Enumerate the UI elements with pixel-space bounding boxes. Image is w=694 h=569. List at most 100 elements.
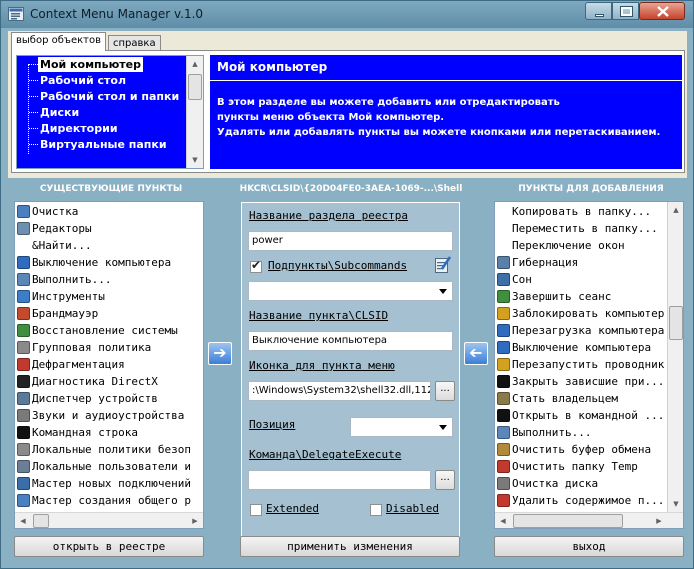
tree-item-my-computer[interactable]: Мой компьютер (38, 57, 144, 72)
list-item[interactable]: Дефрагментация (15, 356, 203, 373)
apply-changes-button[interactable]: применить изменения (240, 536, 460, 557)
list-item[interactable]: Звуки и аудиоустройства (15, 407, 203, 424)
tree-item-desktop-folders[interactable]: Рабочий стол и папки (40, 89, 179, 104)
list-item[interactable]: Сон (495, 271, 665, 288)
add-items-header: ПУНКТЫ ДЛЯ ДОБАВЛЕНИЯ (518, 184, 664, 194)
list-item[interactable]: Командная строка (15, 424, 203, 441)
list-item[interactable]: Брандмауэр (15, 305, 203, 322)
policy-icon (17, 443, 30, 456)
edit-subcommands-icon[interactable] (435, 255, 451, 273)
scroll-thumb[interactable] (33, 514, 49, 528)
list-item[interactable]: Выключение компьютера (495, 339, 665, 356)
close-button[interactable] (639, 2, 685, 20)
object-tree[interactable]: Мой компьютер Рабочий стол Рабочий стол … (16, 55, 204, 169)
list-item-label: Завершить сеанс (512, 290, 612, 303)
subcommands-dropdown[interactable] (248, 281, 453, 301)
title-bar[interactable]: Context Menu Manager v.1.0 (1, 1, 693, 28)
scroll-thumb[interactable] (188, 74, 202, 100)
list-item[interactable]: Инструменты (15, 288, 203, 305)
scroll-right-icon[interactable]: ▶ (651, 513, 667, 528)
item-name-input[interactable]: Выключение компьютера (248, 331, 453, 351)
existing-list-hscrollbar[interactable]: ◀ ▶ (15, 512, 203, 528)
list-item[interactable]: Диагностика DirectX (15, 373, 203, 390)
item-properties-panel: Название раздела реестра power ✔ Подпунк… (241, 202, 460, 543)
list-item-label: Перезагрузка компьютера (512, 324, 665, 337)
list-item[interactable]: Заблокировать компьютер (495, 305, 665, 322)
scroll-down-icon[interactable]: ▼ (668, 496, 683, 512)
scroll-thumb[interactable] (669, 306, 683, 340)
tab-object-selection[interactable]: выбор объектов (11, 32, 106, 51)
tree-item-virtual-folders[interactable]: Виртуальные папки (40, 137, 167, 152)
list-item[interactable]: Редакторы (15, 220, 203, 237)
registry-section-input[interactable]: power (248, 231, 453, 251)
scroll-left-icon[interactable]: ◀ (15, 513, 31, 528)
extended-checkbox[interactable] (250, 504, 262, 516)
list-item[interactable]: Локальные пользователи и (15, 458, 203, 475)
existing-items-list[interactable]: Мастер создания общего р Мастер новых под… (14, 201, 204, 529)
list-item[interactable]: Завершить сеанс (495, 288, 665, 305)
power-icon (497, 341, 510, 354)
list-item[interactable]: Выполнить... (495, 424, 665, 441)
move-left-button[interactable]: ➔ (464, 342, 488, 365)
scroll-up-icon[interactable]: ▲ (668, 202, 683, 218)
list-item[interactable]: Выполнить... (15, 271, 203, 288)
list-item[interactable]: Удалить содержимое п... (495, 492, 665, 509)
list-item[interactable]: &Найти... (15, 237, 203, 254)
list-item[interactable]: Переключение окон (495, 237, 665, 254)
list-item[interactable]: Копировать в папку... (495, 203, 665, 220)
tree-item-directories[interactable]: Директории (40, 121, 118, 136)
icon-path-input[interactable]: :\Windows\System32\shell32.dll,112 (248, 381, 431, 401)
disabled-checkbox[interactable] (370, 504, 382, 516)
move-right-button[interactable]: ➔ (208, 342, 232, 365)
list-item-label: Заблокировать компьютер (512, 307, 665, 320)
tab-help[interactable]: справка (108, 35, 161, 51)
list-item[interactable]: Перезапустить проводник (495, 356, 665, 373)
list-item[interactable]: Очистка (15, 203, 203, 220)
tree-line (29, 144, 38, 145)
list-item-label: Локальные политики безоп (32, 443, 191, 456)
list-item[interactable]: Закрыть зависшие при... (495, 373, 665, 390)
disk-cleanup-icon (497, 477, 510, 490)
broom-icon (17, 205, 30, 218)
list-item[interactable]: Групповая политика (15, 339, 203, 356)
tree-line (29, 64, 38, 65)
command-input[interactable] (248, 470, 431, 490)
object-tree-scrollbar[interactable]: ▲ ▼ (186, 56, 203, 168)
list-item[interactable]: Выключение компьютера (15, 254, 203, 271)
list-item-label: Звуки и аудиоустройства (32, 409, 185, 422)
list-item[interactable]: Гибернация (495, 254, 665, 271)
list-item[interactable]: Очистка диска (495, 475, 665, 492)
scroll-thumb[interactable] (513, 514, 623, 528)
open-in-registry-button[interactable]: открыть в реестре (14, 536, 204, 557)
list-item[interactable]: Мастер новых подключений (15, 475, 203, 492)
list-item[interactable]: Диспетчер устройств (15, 390, 203, 407)
maximize-button[interactable] (612, 2, 639, 20)
tree-item-desktop[interactable]: Рабочий стол (40, 73, 126, 88)
add-list-hscrollbar[interactable]: ◀ ▶ (495, 512, 683, 528)
scroll-right-icon[interactable]: ▶ (187, 513, 203, 528)
add-list-vscrollbar[interactable]: ▲ ▼ (667, 202, 683, 512)
list-item[interactable]: Очистить буфер обмена (495, 441, 665, 458)
scroll-up-icon[interactable]: ▲ (187, 56, 203, 72)
browse-command-button[interactable]: ... (435, 470, 455, 490)
list-item[interactable]: Стать владельцем (495, 390, 665, 407)
position-dropdown[interactable] (350, 417, 453, 437)
browse-icon-button[interactable]: ... (435, 381, 455, 401)
scroll-down-icon[interactable]: ▼ (187, 152, 203, 168)
list-item-label: Закрыть зависшие при... (512, 375, 665, 388)
list-item[interactable]: Восстановление системы (15, 322, 203, 339)
list-item[interactable]: Очистить папку Temp (495, 458, 665, 475)
minimize-button[interactable] (585, 2, 612, 20)
list-item[interactable]: Перезагрузка компьютера (495, 322, 665, 339)
list-item[interactable]: Мастер создания общего р (15, 492, 203, 509)
list-item[interactable]: Переместить в папку... (495, 220, 665, 237)
add-items-list[interactable]: Удалить содержимое п... Очистка диска Очис… (494, 201, 684, 529)
arrow-left-icon: ➔ (469, 343, 483, 362)
list-item[interactable]: Открыть в командной ... (495, 407, 665, 424)
scroll-left-icon[interactable]: ◀ (495, 513, 511, 528)
tree-item-drives[interactable]: Диски (40, 105, 79, 120)
subcommands-checkbox[interactable]: ✔ (250, 258, 262, 273)
exit-button[interactable]: выход (494, 536, 684, 557)
list-item[interactable]: Локальные политики безоп (15, 441, 203, 458)
list-item-label: Стать владельцем (512, 392, 618, 405)
